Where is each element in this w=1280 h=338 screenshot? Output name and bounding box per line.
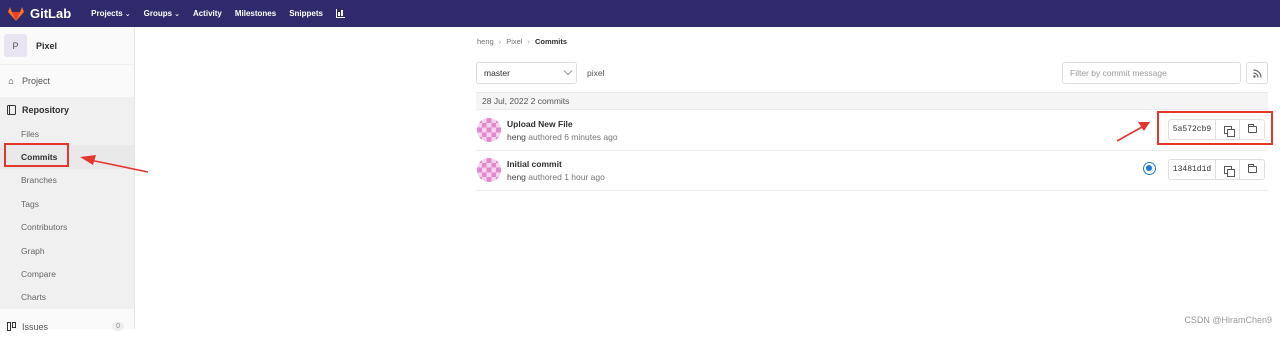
- branch-selector[interactable]: master: [476, 62, 577, 84]
- commit-row: Initial commit heng authored 1 hour ago …: [476, 151, 1268, 191]
- commit-title-link[interactable]: Initial commit: [507, 159, 562, 169]
- nav-projects-label: Projects: [91, 9, 123, 18]
- sidebar-item-label: Issues: [22, 322, 48, 332]
- sidebar-item-contributors[interactable]: Contributors: [0, 216, 134, 239]
- brand-name: GitLab: [30, 6, 71, 21]
- avatar: [477, 158, 501, 182]
- commit-row: Upload New File heng authored 6 minutes …: [476, 111, 1268, 151]
- nav-activity[interactable]: Activity: [193, 9, 222, 18]
- watermark: CSDN @HiramChen9: [1184, 315, 1272, 325]
- sidebar-item-label: Repository: [22, 105, 69, 115]
- nav-groups-label: Groups: [144, 9, 172, 18]
- book-icon: [6, 105, 16, 115]
- sidebar-item-repository[interactable]: Repository: [0, 97, 134, 122]
- copy-sha-button[interactable]: [1216, 160, 1240, 179]
- sidebar-item-files[interactable]: Files: [0, 122, 134, 145]
- sidebar: P Pixel ⌂ Project Repository Files Commi…: [0, 27, 135, 329]
- rss-button[interactable]: [1246, 62, 1268, 84]
- sidebar-project-header[interactable]: P Pixel: [0, 27, 134, 65]
- commit-filter-input[interactable]: [1062, 62, 1241, 84]
- chevron-down-icon: [564, 67, 572, 75]
- sidebar-item-branches[interactable]: Branches: [0, 169, 134, 192]
- chevron-down-icon: ⌄: [125, 10, 131, 18]
- commit-sha-link[interactable]: 13481d1d: [1169, 160, 1216, 179]
- sidebar-item-project[interactable]: ⌂ Project: [0, 69, 134, 92]
- nav-stats[interactable]: [336, 9, 345, 18]
- pipeline-status-icon[interactable]: [1143, 162, 1156, 175]
- project-name: Pixel: [36, 41, 57, 51]
- branch-selector-value: master: [484, 68, 510, 78]
- repo-path[interactable]: pixel: [587, 68, 604, 78]
- commit-author-link[interactable]: heng: [507, 172, 526, 182]
- annotation-box-commits: [4, 143, 69, 167]
- sidebar-item-issues[interactable]: Issues 0: [0, 315, 134, 338]
- copy-icon: [1224, 166, 1232, 174]
- breadcrumb-separator-icon: ›: [527, 37, 530, 46]
- chart-icon: [336, 9, 345, 18]
- sidebar-item-tags[interactable]: Tags: [0, 192, 134, 215]
- commit-sha-group: 13481d1d: [1168, 159, 1265, 180]
- browse-files-button[interactable]: [1240, 160, 1264, 179]
- breadcrumb: heng › Pixel › Commits: [477, 37, 567, 46]
- gitlab-logo-icon: [8, 7, 24, 21]
- nav-snippets[interactable]: Snippets: [289, 9, 323, 18]
- commit-time: authored 1 hour ago: [526, 172, 605, 182]
- avatar: [477, 118, 501, 142]
- nav-menu: Projects ⌄ Groups ⌄ Activity Milestones …: [91, 9, 345, 18]
- project-avatar: P: [4, 34, 27, 57]
- nav-projects[interactable]: Projects ⌄: [91, 9, 130, 18]
- issues-icon: [6, 322, 16, 332]
- breadcrumb-project[interactable]: Pixel: [506, 37, 522, 46]
- top-navbar: GitLab Projects ⌄ Groups ⌄ Activity Mile…: [0, 0, 1280, 27]
- nav-milestones[interactable]: Milestones: [235, 9, 276, 18]
- commit-time: authored 6 minutes ago: [526, 132, 618, 142]
- nav-groups[interactable]: Groups ⌄: [144, 9, 180, 18]
- sidebar-item-label: Project: [22, 76, 50, 86]
- commit-title-link[interactable]: Upload New File: [507, 119, 573, 129]
- issues-count-badge: 0: [112, 322, 124, 331]
- commit-author-link[interactable]: heng: [507, 132, 526, 142]
- gitlab-home-link[interactable]: GitLab: [8, 6, 71, 21]
- home-icon: ⌂: [6, 76, 16, 86]
- folder-icon: [1248, 166, 1257, 173]
- breadcrumb-current[interactable]: Commits: [535, 37, 567, 46]
- sidebar-item-charts[interactable]: Charts: [0, 286, 134, 309]
- commit-day-header: 28 Jul, 2022 2 commits: [476, 92, 1268, 110]
- annotation-box-sha: [1157, 111, 1273, 145]
- commit-meta: heng authored 1 hour ago: [507, 172, 605, 182]
- sidebar-item-compare[interactable]: Compare: [0, 262, 134, 285]
- breadcrumb-user[interactable]: heng: [477, 37, 494, 46]
- rss-icon: [1253, 69, 1262, 78]
- commit-meta: heng authored 6 minutes ago: [507, 132, 618, 142]
- chevron-down-icon: ⌄: [174, 10, 180, 18]
- sidebar-item-graph[interactable]: Graph: [0, 239, 134, 262]
- breadcrumb-separator-icon: ›: [499, 37, 502, 46]
